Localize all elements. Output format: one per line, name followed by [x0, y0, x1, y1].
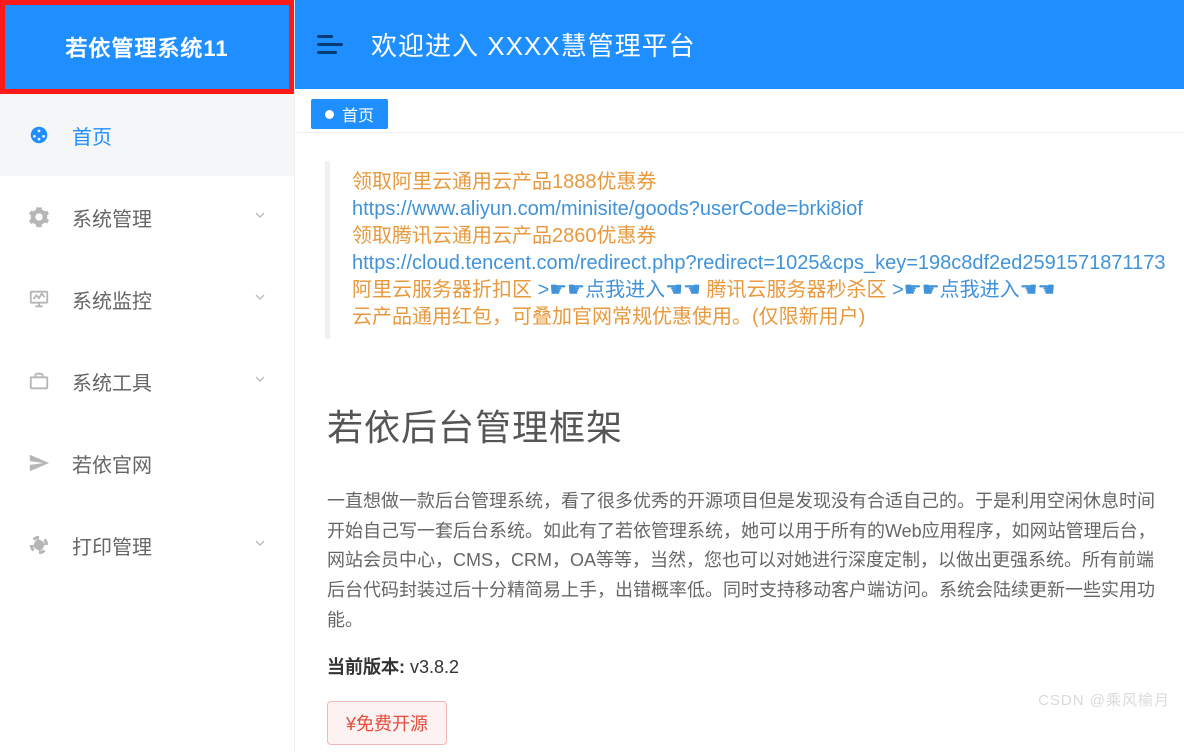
menu-toggle-icon[interactable] — [317, 35, 343, 54]
article: 若依后台管理框架 一直想做一款后台管理系统，看了很多优秀的开源项目但是发现没有合… — [295, 399, 1184, 752]
toolbox-icon — [24, 370, 54, 392]
tab-home[interactable]: 首页 — [311, 99, 388, 129]
brand-highlight-box: 若依管理系统11 — [0, 0, 294, 94]
version-line: 当前版本: v3.8.2 — [327, 653, 1184, 679]
version-value: v3.8.2 — [410, 657, 459, 677]
promo-link[interactable]: https://cloud.tencent.com/redirect.php?r… — [352, 252, 1166, 274]
sidebar-item-label: 系统工具 — [72, 367, 252, 396]
promo-block: 领取阿里云通用云产品1888优惠券 https://www.aliyun.com… — [325, 161, 1184, 339]
tab-label: 首页 — [342, 102, 374, 126]
promo-line: 领取腾讯云通用云产品2860优惠券 — [352, 223, 1184, 250]
promo-link[interactable]: >☛☛点我进入☚☚ — [538, 279, 701, 301]
free-open-source-button[interactable]: ¥免费开源 — [327, 701, 447, 745]
chevron-down-icon — [252, 534, 268, 557]
sidebar-item-label: 首页 — [72, 121, 268, 150]
sidebar-menu: 首页 系统管理 系统监控 — [0, 94, 294, 586]
sidebar-item-official-site[interactable]: 若依官网 — [0, 422, 294, 504]
dashboard-icon — [24, 124, 54, 146]
promo-text: 阿里云服务器折扣区 — [352, 279, 538, 301]
main-area: 欢迎进入 XXXX慧管理平台 首页 领取阿里云通用云产品1888优惠券 http… — [295, 0, 1184, 752]
page-title: 欢迎进入 XXXX慧管理平台 — [371, 26, 696, 63]
sidebar-item-label: 打印管理 — [72, 531, 252, 560]
content: 领取阿里云通用云产品1888优惠券 https://www.aliyun.com… — [295, 133, 1184, 752]
promo-link[interactable]: >☛☛点我进入☚☚ — [892, 279, 1055, 301]
paper-plane-icon — [24, 452, 54, 474]
tabs-row: 首页 — [295, 89, 1184, 133]
sidebar-item-system-monitor[interactable]: 系统监控 — [0, 258, 294, 340]
sidebar: 若依管理系统11 首页 系统管理 — [0, 0, 295, 752]
sidebar-item-label: 系统管理 — [72, 203, 252, 232]
promo-line: 云产品通用红包，可叠加官网常规优惠使用。(仅限新用户) — [352, 304, 1184, 331]
sidebar-item-home[interactable]: 首页 — [0, 94, 294, 176]
lifebuoy-icon — [24, 534, 54, 556]
chevron-down-icon — [252, 206, 268, 229]
sidebar-item-label: 若依官网 — [72, 449, 268, 478]
chevron-down-icon — [252, 288, 268, 311]
promo-line: 领取阿里云通用云产品1888优惠券 — [352, 169, 1184, 196]
article-title: 若依后台管理框架 — [327, 399, 1184, 451]
chevron-down-icon — [252, 370, 268, 393]
sidebar-item-label: 系统监控 — [72, 285, 252, 314]
version-label: 当前版本: — [327, 657, 405, 677]
brand-title: 若依管理系统11 — [5, 5, 289, 89]
promo-link[interactable]: https://www.aliyun.com/minisite/goods?us… — [352, 198, 863, 220]
article-body: 一直想做一款后台管理系统，看了很多优秀的开源项目但是发现没有合适自己的。于是利用… — [327, 487, 1167, 635]
sidebar-item-system-tools[interactable]: 系统工具 — [0, 340, 294, 422]
monitor-icon — [24, 288, 54, 310]
sidebar-item-system-manage[interactable]: 系统管理 — [0, 176, 294, 258]
gear-icon — [24, 206, 54, 228]
topbar: 欢迎进入 XXXX慧管理平台 — [295, 0, 1184, 89]
tab-active-dot-icon — [325, 110, 334, 119]
promo-text: 腾讯云服务器秒杀区 — [707, 279, 893, 301]
sidebar-item-print-manage[interactable]: 打印管理 — [0, 504, 294, 586]
